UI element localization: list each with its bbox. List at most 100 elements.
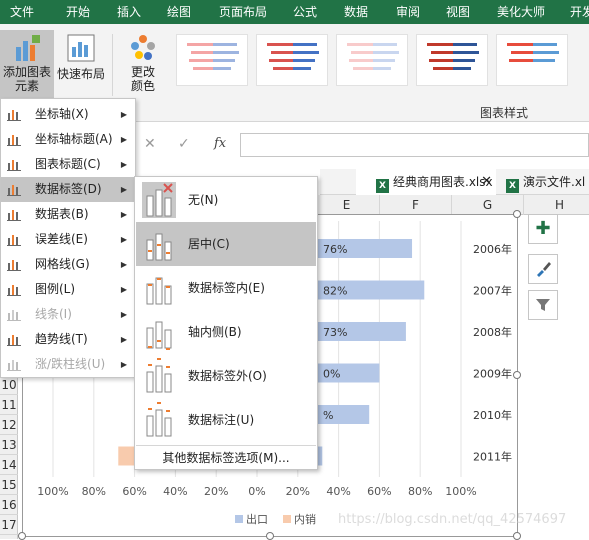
workbook-tab[interactable]: X 演示文件.xl [506,169,589,195]
menu-item-data-labels[interactable]: 数据标签(D) ▶ [1,177,135,202]
chart-styles-group-label: 图表样式 [480,106,529,120]
menu-item-chart-title[interactable]: 图表标题(C) ▶ [1,152,135,177]
submenu-item-label: 数据标签内(E) [188,281,265,295]
menu-item-gridlines[interactable]: 网格线(G) ▶ [1,252,135,277]
tab-draw[interactable]: 绘图 [167,0,191,24]
row-header[interactable]: 17 [0,515,18,535]
tab-page-layout[interactable]: 页面布局 [219,0,267,24]
x-tick-label: 100% [37,485,68,498]
menu-item-axis-title[interactable]: 坐标轴标题(A) ▶ [1,127,135,152]
column-header[interactable]: F [380,195,452,215]
close-tab-icon[interactable]: ✕ [481,169,492,195]
submenu-item-data-callout[interactable]: 数据标注(U) [136,398,316,442]
submenu-arrow-icon: ▶ [120,110,127,119]
tab-review[interactable]: 审阅 [396,0,420,24]
menu-item-label: 趋势线(T) [35,332,88,346]
axis-title-icon [7,135,21,146]
tab-insert[interactable]: 插入 [117,0,141,24]
add-chart-element-icon [16,35,40,61]
ribbon-tab-bar: 文件 开始 插入 绘图 页面布局 公式 数据 审阅 视图 美化大师 开发 [0,0,589,24]
row-header[interactable]: 13 [0,435,18,455]
tab-file[interactable]: 文件 [10,0,34,24]
x-tick-label: 40% [163,485,187,498]
chart-style-thumb-2[interactable] [256,34,328,86]
row-header[interactable]: 15 [0,475,18,495]
tab-beautify-master[interactable]: 美化大师 [497,0,545,24]
quick-layout-button[interactable]: 快速布局 [56,30,106,96]
submenu-item-label: 轴内侧(B) [188,325,242,339]
submenu-item-inside-end[interactable]: 数据标签内(E) [136,266,316,310]
trendline-icon [7,335,21,346]
submenu-arrow-icon: ▶ [120,185,127,194]
menu-item-data-table[interactable]: 数据表(B) ▶ [1,202,135,227]
plus-icon: ✚ [535,218,551,239]
row-header[interactable]: 14 [0,455,18,475]
chart-title-icon [7,160,21,171]
submenu-item-label: 数据标注(U) [188,413,255,427]
menu-item-label: 涨/跌柱线(U) [35,357,106,371]
change-colors-label: 更改 颜色 [130,65,155,93]
row-header[interactable]: 12 [0,415,18,435]
column-header[interactable]: E [314,195,380,215]
tab-developer[interactable]: 开发 [570,0,589,24]
submenu-item-label: 无(N) [188,193,219,207]
chart-style-thumb-4[interactable] [416,34,488,86]
menu-item-legend[interactable]: 图例(L) ▶ [1,277,135,302]
x-tick-label: 60% [122,485,146,498]
submenu-item-none[interactable]: 无(N) [136,178,316,222]
label-center-icon [146,233,172,261]
chart-style-thumb-1[interactable] [176,34,248,86]
submenu-arrow-icon: ▶ [120,235,127,244]
resize-handle[interactable] [513,210,521,218]
category-label: 2006年 [473,242,512,256]
menu-item-up-down-bars: 涨/跌柱线(U) ▶ [1,352,135,377]
tab-data[interactable]: 数据 [344,0,368,24]
workbook-tab-bar: X 经典商用图表.xlsx ✕ X 演示文件.xl [320,169,589,195]
submenu-item-label: 数据标签外(O) [188,369,267,383]
label-inside-end-icon [146,277,172,305]
add-chart-element-button[interactable]: 添加图表 元素 [0,30,54,98]
resize-handle[interactable] [513,371,521,379]
data-label: 82% [323,285,347,298]
label-inside-base-icon [146,321,172,350]
change-colors-button[interactable]: 更改 颜色 [118,30,168,96]
workbook-tab-label: 演示文件.xl [523,175,586,189]
chart-elements-button[interactable]: ✚ [528,214,558,244]
x-tick-label: 100% [445,485,476,498]
tab-view[interactable]: 视图 [446,0,470,24]
menu-item-lines: 线条(I) ▶ [1,302,135,327]
column-header[interactable]: H [524,195,589,215]
row-header[interactable]: 10 [0,375,18,395]
row-header[interactable]: 11 [0,395,18,415]
tab-formulas[interactable]: 公式 [293,0,317,24]
menu-item-error-bars[interactable]: 误差线(E) ▶ [1,227,135,252]
submenu-item-center[interactable]: 居中(C) [136,222,316,266]
chart-styles-button[interactable] [528,254,558,284]
excel-file-icon: X [376,179,389,193]
submenu-arrow-icon: ▶ [120,210,127,219]
submenu-item-inside-base[interactable]: 轴内侧(B) [136,310,316,354]
formula-input[interactable] [240,133,589,157]
quick-layout-label: 快速布局 [56,67,105,81]
data-table-icon [7,210,21,221]
menu-item-axes[interactable]: 坐标轴(X) ▶ [1,102,135,127]
tab-home[interactable]: 开始 [66,0,90,24]
data-label: 0% [323,368,340,381]
axes-icon [7,110,21,121]
workbook-tab-active[interactable]: X 经典商用图表.xlsx ✕ [356,169,496,195]
menu-item-trendline[interactable]: 趋势线(T) ▶ [1,327,135,352]
insert-function-icon[interactable]: fx [214,136,226,151]
enter-icon[interactable]: ✓ [178,136,190,152]
chart-style-thumb-3[interactable] [336,34,408,86]
cancel-icon[interactable]: ✕ [144,136,156,152]
submenu-arrow-icon: ▶ [120,310,127,319]
row-header[interactable]: 16 [0,495,18,515]
submenu-item-outside-end[interactable]: 数据标签外(O) [136,354,316,398]
chart-filters-button[interactable] [528,290,558,320]
menu-item-label: 图表标题(C) [35,157,101,171]
chart-style-thumb-5[interactable] [496,34,568,86]
more-data-label-options[interactable]: 其他数据标签选项(M)... [136,445,316,469]
gridlines-icon [7,260,21,271]
filter-icon [536,299,550,311]
menu-item-label: 图例(L) [35,282,76,296]
